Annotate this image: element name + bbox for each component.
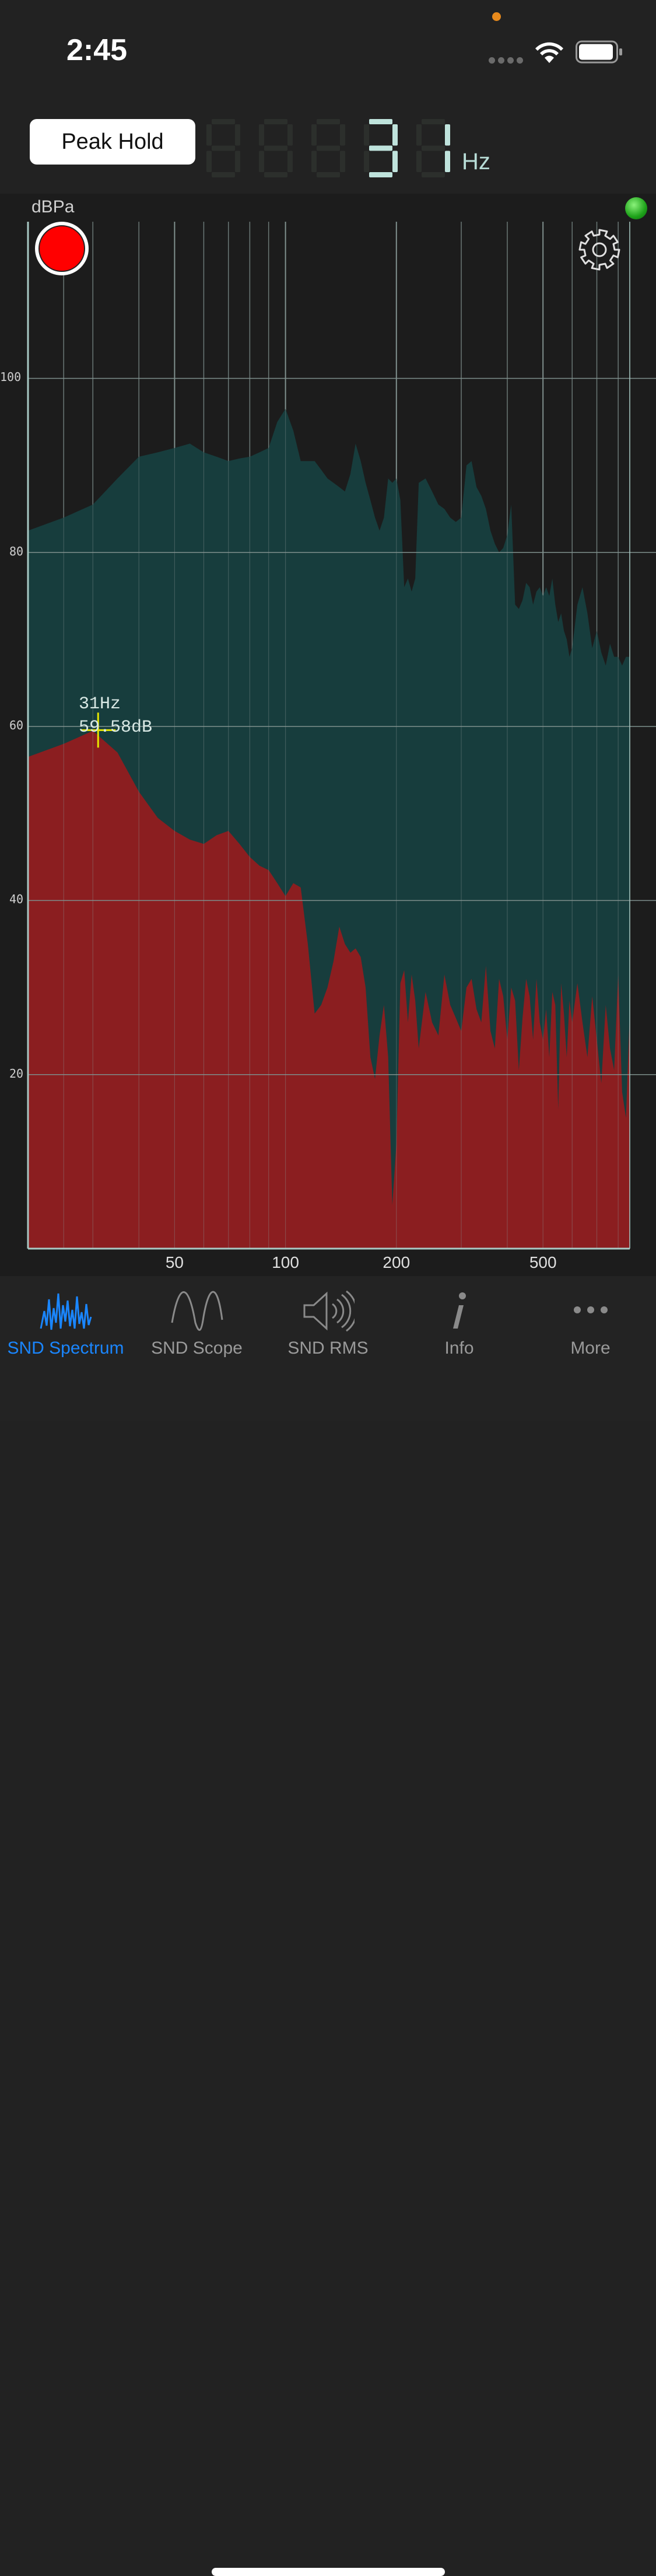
lcd-segment [264, 119, 287, 124]
spectrum-icon [40, 1293, 92, 1330]
tab-label: More [570, 1338, 611, 1358]
lcd-segment [206, 124, 212, 146]
lcd-segment [364, 124, 369, 146]
gear-icon[interactable] [577, 228, 622, 272]
tab-label: SND RMS [287, 1338, 369, 1358]
lcd-segment [264, 172, 287, 177]
lcd-segment [311, 124, 317, 146]
status-bar: 2:45 [0, 0, 656, 88]
lcd-segment [317, 145, 340, 151]
cursor-readout-level: 59.58dB [79, 718, 153, 738]
lcd-segment [287, 124, 293, 146]
lcd-segment [259, 151, 264, 172]
lcd-segment [212, 172, 235, 177]
x-tick-label: 50 [165, 1253, 184, 1271]
tab-more[interactable]: More [525, 1276, 656, 1369]
lcd-segment [259, 124, 264, 146]
frequency-unit: Hz [462, 149, 490, 174]
lcd-digit [206, 119, 240, 177]
lcd-segment [369, 145, 392, 151]
more-dots-icon [573, 1306, 608, 1313]
tab-info[interactable]: Info [394, 1276, 525, 1369]
lcd-segment [445, 124, 450, 146]
y-tick-label: 20 [9, 1066, 24, 1081]
spectrum-chart[interactable]: dBPa 31Hz 59.58dB 20 40 60 80 100 50 100 200 50… [0, 194, 656, 1276]
tab-bar: SND Spectrum SND Scope SND RMS Info More [0, 1276, 656, 2576]
y-tick-label: 80 [9, 544, 24, 558]
info-icon [452, 1292, 466, 1329]
y-tick-label: 100 [0, 370, 22, 385]
lcd-segment [206, 151, 212, 172]
status-time: 2:45 [66, 33, 128, 67]
y-axis-unit-label: dBPa [31, 197, 75, 216]
lcd-segment [264, 145, 287, 151]
lcd-segment [422, 119, 445, 124]
lcd-segment [369, 119, 392, 124]
lcd-segment [369, 172, 392, 177]
header: Peak Hold Hz [0, 88, 656, 194]
record-icon [38, 225, 85, 272]
tab-label: Info [444, 1338, 474, 1358]
lcd-segment [311, 151, 317, 172]
microphone-indicator-icon [492, 12, 501, 21]
y-tick-label: 60 [9, 718, 24, 733]
tab-label: SND Scope [151, 1338, 243, 1358]
x-tick-label: 500 [529, 1253, 557, 1271]
lcd-segment [340, 124, 345, 146]
tab-snd-rms[interactable]: SND RMS [262, 1276, 394, 1369]
y-tick-label: 40 [9, 892, 24, 907]
lcd-segment [416, 151, 422, 172]
home-indicator[interactable] [212, 2568, 445, 2576]
tab-label: SND Spectrum [7, 1338, 124, 1358]
wifi-icon [535, 42, 563, 63]
lcd-segment [317, 172, 340, 177]
lcd-segment [212, 145, 235, 151]
cursor-readout-frequency: 31Hz [79, 694, 121, 714]
lcd-segment [364, 151, 369, 172]
lcd-segment [422, 145, 445, 151]
lcd-segment [287, 151, 293, 172]
tab-snd-scope[interactable]: SND Scope [131, 1276, 262, 1369]
status-led-icon [625, 197, 647, 219]
peak-hold-button[interactable]: Peak Hold [30, 119, 195, 165]
x-tick-label: 100 [272, 1253, 299, 1271]
lcd-digit [259, 119, 293, 177]
lcd-digit [311, 119, 345, 177]
sine-wave-icon [171, 1291, 223, 1331]
lcd-segment [392, 151, 398, 172]
battery-icon [576, 40, 622, 64]
speaker-icon [303, 1290, 355, 1332]
cellular-signal-icon [489, 56, 526, 64]
lcd-segment [317, 119, 340, 124]
lcd-segment [340, 151, 345, 172]
lcd-segment [235, 151, 240, 172]
lcd-digit [416, 119, 450, 177]
lcd-segment [422, 172, 445, 177]
lcd-segment [235, 124, 240, 146]
lcd-segment [392, 124, 398, 146]
lcd-segment [445, 151, 450, 172]
lcd-segment [416, 124, 422, 146]
lcd-digit [364, 119, 398, 177]
lcd-segment [212, 119, 235, 124]
tab-snd-spectrum[interactable]: SND Spectrum [0, 1276, 131, 1369]
x-tick-label: 200 [383, 1253, 411, 1271]
record-button[interactable] [35, 222, 89, 275]
